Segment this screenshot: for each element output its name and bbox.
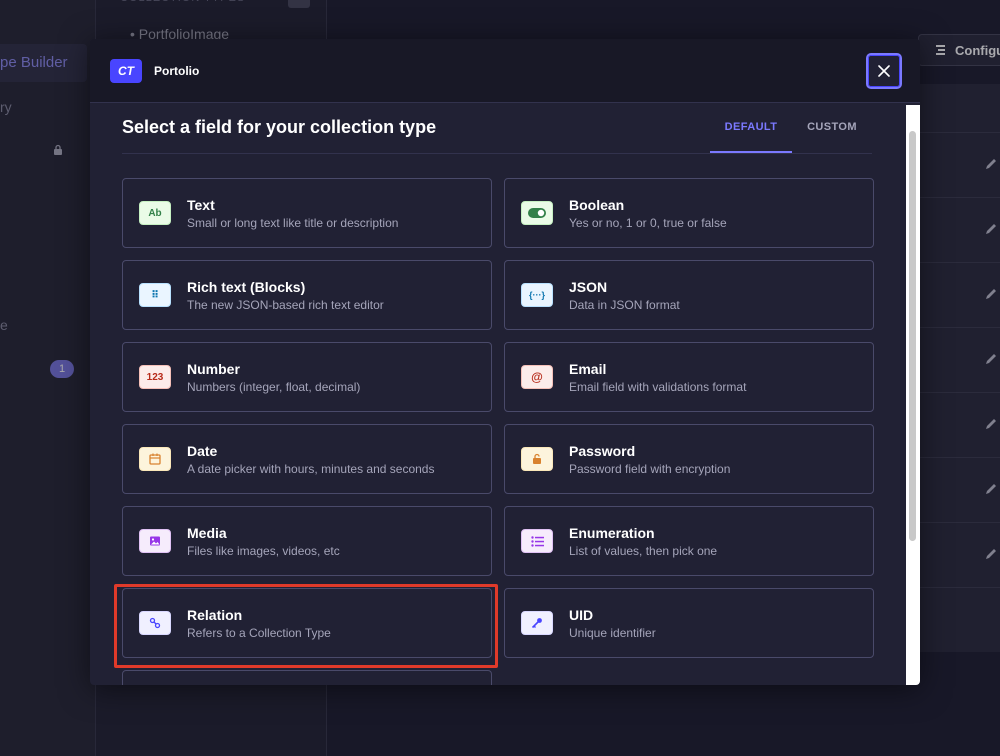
content-type-badge: CT [110,59,142,83]
field-option-relation[interactable]: Relation Refers to a Collection Type [122,588,492,658]
field-description: Yes or no, 1 or 0, true or false [569,216,727,230]
field-option-enumeration[interactable]: Enumeration List of values, then pick on… [504,506,874,576]
field-description: Small or long text like title or descrip… [187,216,399,230]
modal-body: Select a field for your collection type … [90,103,920,685]
close-icon [878,65,890,77]
field-description: Numbers (integer, float, decimal) [187,380,361,394]
close-button[interactable] [866,53,902,89]
calendar-icon [139,447,171,471]
field-option-rich-text-blocks[interactable]: ⠿ Rich text (Blocks) The new JSON-based … [122,260,492,330]
field-title: Number [187,361,240,377]
json-icon: {···} [521,283,553,307]
divider [122,153,872,154]
field-title: JSON [569,279,608,295]
field-description: Refers to a Collection Type [187,626,331,640]
page-title: Select a field for your collection type [122,117,437,137]
field-title: Text [187,197,215,213]
link-icon [139,611,171,635]
field-option-uid[interactable]: UID Unique identifier [504,588,874,658]
tab-default[interactable]: DEFAULT [710,103,792,153]
field-description: Password field with encryption [569,462,731,476]
field-option-json[interactable]: {···} JSON Data in JSON format [504,260,874,330]
text-icon: Ab [139,201,171,225]
modal-header: CT Portolio [90,39,920,103]
email-icon: @ [521,365,553,389]
field-description: Unique identifier [569,626,656,640]
field-title: Date [187,443,218,459]
tab-custom[interactable]: CUSTOM [792,103,872,153]
image-icon [139,529,171,553]
content-type-name: Portolio [154,64,200,78]
field-option-boolean[interactable]: Boolean Yes or no, 1 or 0, true or false [504,178,874,248]
field-option-email[interactable]: @ Email Email field with validations for… [504,342,874,412]
list-icon [521,529,553,553]
field-title: UID [569,607,594,623]
field-description: A date picker with hours, minutes and se… [187,462,435,476]
field-description: Files like images, videos, etc [187,544,340,558]
key-icon [521,611,553,635]
lock-icon [521,447,553,471]
number-icon: 123 [139,365,171,389]
field-title: Boolean [569,197,625,213]
field-title: Password [569,443,636,459]
field-option-more[interactable] [122,670,492,685]
field-title: Email [569,361,607,377]
toggle-icon [521,201,553,225]
field-option-media[interactable]: Media Files like images, videos, etc [122,506,492,576]
field-description: Email field with validations format [569,380,747,394]
field-description: List of values, then pick one [569,544,718,558]
blocks-icon: ⠿ [139,283,171,307]
field-option-password[interactable]: Password Password field with encryption [504,424,874,494]
add-field-modal: CT Portolio Select a field for your coll… [90,39,920,685]
field-option-number[interactable]: 123 Number Numbers (integer, float, deci… [122,342,492,412]
field-description: Data in JSON format [569,298,680,312]
field-title: Relation [187,607,243,623]
field-description: The new JSON-based rich text editor [187,298,384,312]
field-option-date[interactable]: Date A date picker with hours, minutes a… [122,424,492,494]
field-title: Rich text (Blocks) [187,279,306,295]
field-title: Media [187,525,227,541]
field-option-text[interactable]: Ab Text Small or long text like title or… [122,178,492,248]
scrollbar-thumb[interactable] [909,131,916,541]
field-title: Enumeration [569,525,655,541]
